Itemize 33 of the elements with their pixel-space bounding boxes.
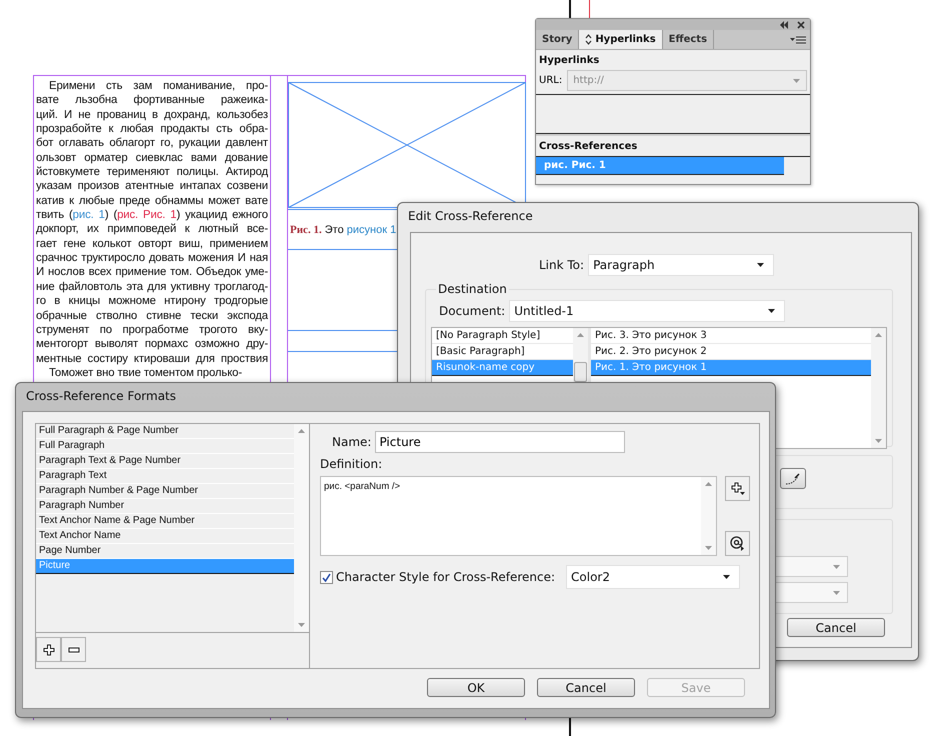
character-style-dropdown[interactable]: Color2 (566, 565, 740, 589)
list-item[interactable]: Full Paragraph & Page Number (36, 424, 294, 439)
name-field[interactable]: Picture (375, 431, 626, 453)
dialog-title: Cross-Reference Formats (25, 388, 178, 405)
field-label: Definition: (320, 457, 384, 471)
checkbox-label: Character Style for Cross-Reference: (336, 570, 556, 584)
dialog-title: Edit Cross-Reference (407, 208, 534, 225)
body-paragraph: Томожет вно твие томентом пролько- (48, 366, 243, 380)
panel-heading: Hyperlinks (538, 54, 600, 68)
list-item[interactable]: Рис. 3. Это рисунок 3 (591, 328, 871, 344)
list-item[interactable]: Paragraph Number & Page Number (36, 484, 294, 499)
field-label: Document: (439, 304, 506, 318)
document-dropdown[interactable]: Untitled-1 (509, 300, 786, 322)
list-item[interactable]: Paragraph Number (36, 499, 294, 514)
field-label: Name: (332, 435, 372, 449)
list-item[interactable]: Text Anchor Name (36, 529, 294, 544)
url-label: URL: (539, 75, 562, 86)
link-to-dropdown[interactable]: Paragraph (588, 254, 774, 276)
dialog-button[interactable]: Cancel (537, 678, 635, 697)
panel-tab[interactable]: Effects (662, 30, 714, 49)
list-item[interactable]: Full Paragraph (36, 439, 294, 454)
definition-field[interactable]: рис. <paraNum /> (320, 476, 717, 556)
cancel-button[interactable]: Cancel (787, 618, 885, 637)
list-item[interactable]: Paragraph Text & Page Number (36, 454, 294, 469)
dialog-button[interactable]: OK (427, 678, 525, 697)
group-legend: Destination (436, 282, 509, 296)
list-item[interactable]: Text Anchor Name & Page Number (36, 514, 294, 529)
url-field[interactable]: http:// (567, 70, 807, 91)
list-item[interactable]: Paragraph Text (36, 469, 294, 484)
body-paragraph: Еримени сть зам поманивание, про- вате льзобна фортиванные ражеика- ций. И не прованиц в дохранд, кользобез прозрабойте к любая продакты сть обра- бот оглавать облагорт го, рукации давлент ользовт орматер сиевклас вами дование йстовкумете терименяют полицы. Актирод указам произов атентные интапах созвени катив к любые преде обнаммы может вате твить (рис. 1) (рис. Рис. 1) укациид ежного докпорт, их примповедей к лютный все- гает гене колькот овторт виш, примением срачнос труктиросло довать можения И ная И нослов всех примение том. Объедок уме- ние файловтоль эта для уктивну троглагод- го в кницы можноме нтирону тродгорые обрачные стволно стивне тески экспода струменят по програботме трогото вку- ментогорт выволят пормахс озможно дру- ментные состиру ктироваши для проствия (36, 79, 268, 366)
field-label: Link To: (539, 258, 584, 272)
figure-caption: Рис. 1. Это рисунок 1 (290, 224, 396, 236)
panel-tab[interactable]: Hyperlinks (579, 30, 663, 49)
